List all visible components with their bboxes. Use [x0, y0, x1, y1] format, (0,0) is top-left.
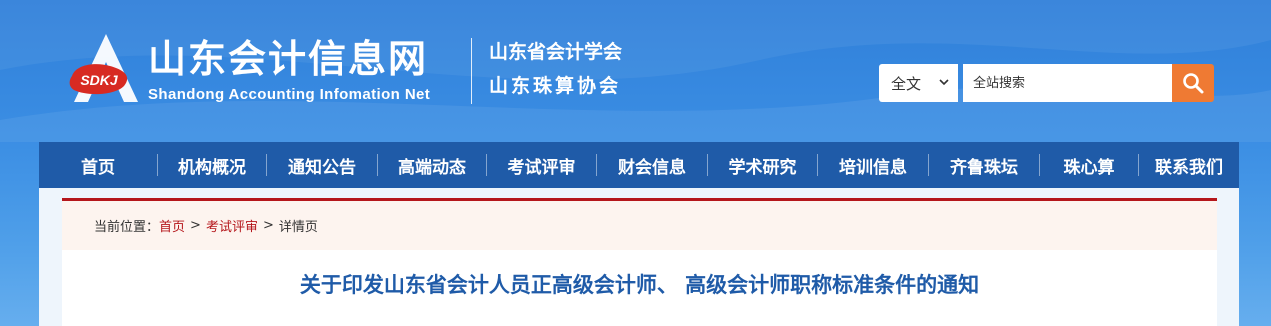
logo-badge-text: SDKJ: [80, 72, 119, 88]
search-scope-value: 全文: [891, 74, 922, 93]
site-title[interactable]: 山东会计信息网: [148, 36, 428, 82]
breadcrumb-prefix: 当前位置：: [94, 220, 160, 235]
main-nav: 首页 机构概况 通知公告 高端动态 考试评审 财会信息 学术研究 培训信息 齐鲁…: [39, 142, 1239, 188]
breadcrumb-current: 详情页: [278, 220, 318, 235]
breadcrumb: 当前位置： 首页 > 考试评审 > 详情页: [62, 201, 1217, 250]
nav-item-mental-abacus[interactable]: 珠心算: [1040, 142, 1138, 188]
nav-item-notices[interactable]: 通知公告: [267, 142, 377, 188]
article-title: 关于印发山东省会计人员正高级会计师、 高级会计师职称标准条件的通知: [299, 273, 980, 297]
breadcrumb-category-link[interactable]: 考试评审: [206, 216, 258, 235]
breadcrumb-separator: >: [262, 218, 274, 233]
breadcrumb-home-link[interactable]: 首页: [159, 216, 185, 235]
site-logo[interactable]: SDKJ: [66, 32, 146, 104]
nav-item-forum[interactable]: 齐鲁珠坛: [929, 142, 1039, 188]
nav-item-contact[interactable]: 联系我们: [1139, 142, 1239, 188]
chevron-down-icon: [939, 79, 949, 86]
search-scope-select[interactable]: 全文: [879, 64, 958, 102]
header-divider: [471, 38, 472, 104]
site-header: SDKJ 山东会计信息网 Shandong Accounting Infomat…: [0, 0, 1271, 142]
org-name-accounting-society: 山东省会计学会: [489, 41, 623, 63]
nav-item-finance[interactable]: 财会信息: [597, 142, 707, 188]
org-name-abacus-association: 山东珠算协会: [489, 75, 622, 97]
site-subtitle: Shandong Accounting Infomation Net: [148, 86, 431, 103]
search-button[interactable]: [1172, 64, 1214, 102]
nav-item-research[interactable]: 学术研究: [708, 142, 817, 188]
search-icon: [1183, 73, 1204, 94]
article-container: 当前位置： 首页 > 考试评审 > 详情页 关于印发山东省会计人员正高级会计师、…: [62, 198, 1217, 326]
search-input[interactable]: [963, 64, 1172, 102]
nav-item-exams[interactable]: 考试评审: [487, 142, 596, 188]
nav-item-home[interactable]: 首页: [39, 142, 157, 188]
nav-item-about[interactable]: 机构概况: [158, 142, 266, 188]
nav-item-training[interactable]: 培训信息: [818, 142, 928, 188]
nav-item-news[interactable]: 高端动态: [378, 142, 486, 188]
breadcrumb-separator: >: [190, 218, 201, 233]
